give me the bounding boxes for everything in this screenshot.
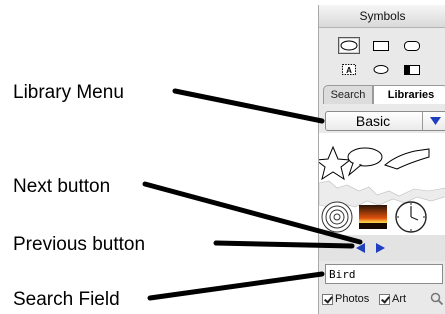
previous-button-callout: Previous button [13,234,146,255]
ellipse-tool[interactable] [338,37,360,54]
photos-checkbox[interactable] [322,293,333,305]
library-content [319,133,445,235]
search-filters: Photos Art [322,291,445,307]
star-shape-icon[interactable] [319,145,352,181]
previous-button[interactable] [353,242,367,254]
speech-bubble-icon[interactable] [347,147,383,177]
clock-icon[interactable] [395,201,427,233]
filter-photos[interactable]: Photos [322,291,369,307]
text-box-icon: A [342,64,356,75]
oval-tool[interactable] [370,61,392,78]
stage: Symbols A Search Libraries Basic Bird Ph… [0,0,445,314]
magnifier-icon[interactable] [430,292,444,306]
search-field-pointer [147,271,325,301]
spiral-icon[interactable] [321,201,353,233]
art-checkbox[interactable] [379,293,390,305]
library-menu-value: Basic [355,113,391,129]
gradient-rectangle-icon [404,64,420,75]
rectangle-tool[interactable] [370,37,392,54]
next-button-callout: Next button [13,176,111,197]
symbols-palette: Symbols A Search Libraries Basic Bird Ph… [318,5,445,314]
next-arrow-icon [375,243,385,253]
rounded-rectangle-icon [404,40,420,51]
palette-title: Symbols [319,5,445,28]
tab-libraries[interactable]: Libraries [373,85,445,104]
library-shapes [319,145,445,233]
photos-label: Photos [335,293,370,305]
text-box-glyph: A [346,66,352,75]
rectangle-icon [373,40,389,51]
filter-art[interactable]: Art [379,291,406,307]
ellipse-icon [340,40,358,51]
library-menu[interactable]: Basic [325,111,445,131]
gradient-rectangle-tool[interactable] [401,61,423,78]
search-field[interactable] [325,264,443,284]
next-button[interactable] [373,242,387,254]
art-label: Art [392,293,407,305]
oval-icon [373,65,389,74]
palette-tabs: Search Libraries [323,85,445,105]
sunset-photo-icon[interactable] [359,205,387,229]
rounded-rectangle-tool[interactable] [401,37,423,54]
library-menu-pointer [172,88,325,124]
prev-arrow-icon [355,243,365,253]
tab-search[interactable]: Search [323,85,373,104]
text-box-tool[interactable]: A [338,61,360,78]
curve-shape-icon[interactable] [383,148,430,170]
library-pager [319,235,445,261]
library-menu-callout: Library Menu [13,82,124,103]
library-menu-arrow[interactable] [422,112,445,130]
search-field-callout: Search Field [13,289,120,310]
chevron-down-icon [429,117,441,125]
